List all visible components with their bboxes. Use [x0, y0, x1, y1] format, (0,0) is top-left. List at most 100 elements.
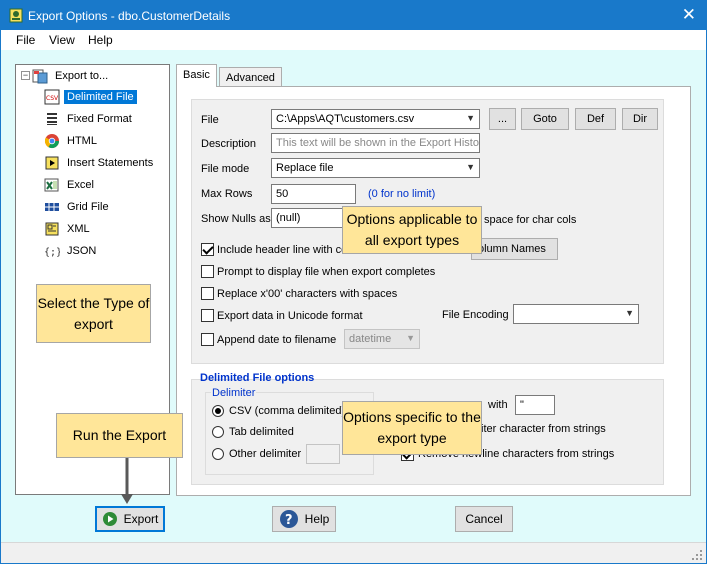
- goto-button[interactable]: Goto: [521, 108, 569, 130]
- maxrows-hint: (0 for no limit): [368, 188, 436, 200]
- maxrows-input[interactable]: 50: [271, 184, 356, 204]
- sql-insert-icon: [45, 156, 59, 170]
- csv-file-icon: CSV: [44, 89, 60, 105]
- tree-item-label: Fixed Format: [67, 113, 132, 125]
- menu-help[interactable]: Help: [88, 33, 113, 47]
- tree-item-html[interactable]: HTML: [44, 132, 100, 150]
- tree-item-label: Delimited File: [64, 90, 137, 104]
- collapse-icon[interactable]: −: [21, 71, 30, 80]
- tab-basic[interactable]: Basic: [176, 64, 217, 87]
- prompt-label: Prompt to display file when export compl…: [217, 266, 436, 278]
- fixed-format-icon: [47, 113, 57, 125]
- quote-with-label: with: [488, 399, 508, 411]
- json-icon: {;}: [44, 247, 60, 258]
- svg-text:CSV: CSV: [46, 95, 59, 102]
- include-header-checkbox[interactable]: [201, 243, 214, 256]
- window-title: Export Options - dbo.CustomerDetails: [28, 9, 231, 23]
- file-path-combo[interactable]: C:\Apps\AQT\customers.csv ▼: [271, 109, 480, 129]
- svg-text:{;}: {;}: [44, 247, 60, 258]
- menu-file[interactable]: File: [16, 33, 35, 47]
- description-label: Description: [201, 138, 257, 150]
- file-encoding-label: File Encoding: [442, 309, 509, 321]
- chevron-down-icon: ▼: [406, 333, 415, 343]
- chevron-down-icon: ▼: [625, 308, 634, 318]
- def-button[interactable]: Def: [575, 108, 616, 130]
- tree-item-json[interactable]: {;} JSON: [44, 242, 99, 260]
- tree-item-label: HTML: [67, 135, 97, 147]
- cancel-button[interactable]: Cancel: [455, 506, 513, 532]
- export-button[interactable]: Export: [95, 506, 165, 532]
- callout-specific: Options specific to the export type: [342, 401, 482, 455]
- csv-radio[interactable]: [212, 405, 224, 417]
- export-options-window: Export Options - dbo.CustomerDetails ✕ F…: [0, 0, 707, 564]
- play-icon: [102, 512, 117, 526]
- unicode-checkbox[interactable]: [201, 309, 214, 322]
- export-button-label: Export: [123, 512, 159, 526]
- title-bar[interactable]: Export Options - dbo.CustomerDetails ✕: [1, 1, 706, 30]
- tree-item-label: Excel: [67, 179, 94, 191]
- filemode-select[interactable]: Replace file ▼: [271, 158, 480, 178]
- tree-item-fixed-format[interactable]: Fixed Format: [44, 110, 135, 128]
- tree-root-label: Export to...: [55, 70, 109, 82]
- include-header-label: Include header line with co: [217, 244, 348, 256]
- date-format-value: datetime: [349, 333, 392, 345]
- filemode-label: File mode: [201, 163, 250, 175]
- prompt-checkbox[interactable]: [201, 265, 214, 278]
- tree-item-label: JSON: [67, 245, 97, 257]
- close-icon[interactable]: ✕: [682, 6, 696, 23]
- xml-icon: [45, 222, 59, 236]
- append-date-label: Append date to filename: [217, 334, 337, 346]
- tab-advanced[interactable]: Advanced: [219, 67, 282, 88]
- callout-all-types: Options applicable to all export types: [342, 206, 482, 254]
- help-button-label: Help: [304, 512, 330, 526]
- tree-item-xml[interactable]: XML: [44, 220, 93, 238]
- append-date-checkbox[interactable]: [201, 333, 214, 346]
- arrow-down-icon: [121, 458, 133, 504]
- file-encoding-select[interactable]: ▼: [513, 304, 639, 324]
- shownulls-suffix: space for char cols: [484, 214, 577, 226]
- chevron-down-icon: ▼: [466, 162, 475, 172]
- grid-file-icon: [45, 203, 59, 211]
- tab-delimited-label: Tab delimited: [229, 426, 294, 438]
- tree-item-excel[interactable]: Excel: [44, 176, 97, 194]
- export-root-icon: [32, 69, 48, 84]
- app-icon: [9, 8, 23, 23]
- delimited-section-title: Delimited File options: [200, 372, 315, 384]
- chrome-icon: [44, 134, 60, 149]
- callout-select-type: Select the Type of export: [36, 284, 151, 343]
- quote-char-input[interactable]: ": [515, 395, 555, 415]
- status-bar: [1, 542, 706, 563]
- delimiter-group-label: Delimiter: [211, 387, 257, 399]
- menu-view[interactable]: View: [49, 33, 75, 47]
- tree-item-insert-statements[interactable]: Insert Statements: [44, 154, 156, 172]
- date-format-select[interactable]: datetime ▼: [344, 329, 420, 349]
- unicode-label: Export data in Unicode format: [217, 310, 363, 322]
- strip-delimiter-label: iter character from strings: [481, 423, 606, 435]
- replace-nulls-label: Replace x'00' characters with spaces: [217, 288, 398, 300]
- callout-run-export: Run the Export: [56, 413, 183, 458]
- file-label: File: [201, 114, 219, 126]
- csv-radio-label: CSV (comma delimited): [229, 405, 346, 417]
- other-delimiter-input[interactable]: [306, 444, 340, 464]
- other-delimiter-label: Other delimiter: [229, 448, 302, 460]
- shownulls-label: Show Nulls as: [201, 213, 271, 225]
- help-button[interactable]: ? Help: [272, 506, 336, 532]
- help-icon: ?: [279, 510, 298, 528]
- replace-nulls-checkbox[interactable]: [201, 287, 214, 300]
- other-delimiter-radio[interactable]: [212, 448, 224, 460]
- browse-button[interactable]: ...: [489, 108, 516, 130]
- excel-icon: [44, 178, 59, 192]
- filemode-value: Replace file: [276, 162, 334, 174]
- svg-text:?: ?: [285, 513, 293, 528]
- description-input[interactable]: This text will be shown in the Export Hi…: [271, 133, 480, 153]
- tree-root[interactable]: Export to...: [32, 67, 111, 85]
- resize-grip-icon[interactable]: [692, 550, 702, 560]
- tree-item-grid-file[interactable]: Grid File: [44, 198, 112, 216]
- column-names-button[interactable]: olumn Names: [471, 238, 558, 260]
- file-path-value: C:\Apps\AQT\customers.csv: [276, 113, 415, 125]
- chevron-down-icon: ▼: [466, 113, 475, 123]
- menu-bar: File View Help: [1, 30, 706, 50]
- dir-button[interactable]: Dir: [622, 108, 658, 130]
- tree-item-delimited-file[interactable]: CSV Delimited File: [44, 88, 137, 106]
- tab-delimited-radio[interactable]: [212, 426, 224, 438]
